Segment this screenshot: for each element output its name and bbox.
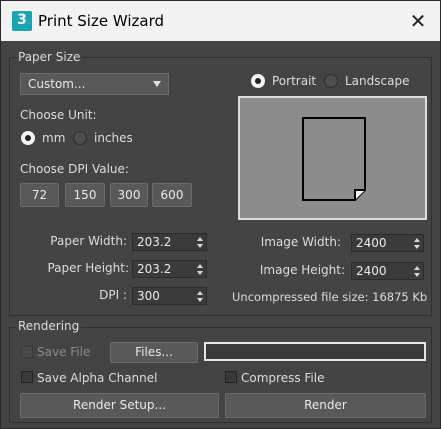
uncompressed-size-text: Uncompressed file size: 16875 Kb [232,290,428,304]
compress-file-label: Compress File [241,371,325,385]
mm-radio[interactable] [21,131,35,145]
dpi-600-button[interactable]: 600 [152,183,192,207]
paper-width-label: Paper Width: [50,234,127,248]
app-icon: 3 [12,11,32,31]
landscape-label: Landscape [345,74,410,88]
spin-down-icon[interactable] [197,298,203,302]
file-path-field[interactable] [204,342,426,361]
files-button[interactable]: Files... [110,342,198,363]
paper-preview [238,96,427,220]
window-title: Print Size Wizard [38,12,164,30]
render-setup-button[interactable]: Render Setup... [20,393,219,418]
choose-unit-label: Choose Unit: [20,108,97,122]
mm-label: mm [42,131,66,145]
image-height-value: 2400 [356,264,387,278]
dpi-value: 300 [137,289,160,303]
image-height-spinner[interactable]: 2400 [351,262,424,280]
spin-down-icon[interactable] [414,273,420,277]
spin-up-icon[interactable] [197,264,203,268]
dpi-72-button[interactable]: 72 [20,183,59,207]
paper-size-group-title: Paper Size [16,50,83,64]
portrait-radio[interactable] [251,74,265,88]
image-width-value: 2400 [356,236,387,250]
radio-selected-dot [255,78,261,84]
save-alpha-checkbox[interactable] [21,371,33,383]
spin-up-icon[interactable] [197,237,203,241]
spin-down-icon[interactable] [197,271,203,275]
dpi-150-button[interactable]: 150 [65,183,105,207]
paper-height-label: Paper Height: [47,261,129,275]
image-width-spinner[interactable]: 2400 [351,234,424,252]
portrait-label: Portrait [272,74,317,88]
radio-selected-dot [25,135,31,141]
inches-radio[interactable] [73,131,87,145]
image-width-label: Image Width: [260,235,341,249]
spin-down-icon[interactable] [197,244,203,248]
dpi-spinner[interactable]: 300 [132,287,207,305]
app-icon-glyph: 3 [17,12,27,28]
save-file-checkbox[interactable] [21,346,33,358]
landscape-radio[interactable] [324,74,338,88]
paper-height-value: 203.2 [137,262,172,276]
spin-up-icon[interactable] [414,238,420,242]
title-bar: 3 Print Size Wizard ✕ [1,1,440,41]
paper-preset-value: Custom... [28,77,86,91]
save-alpha-label: Save Alpha Channel [37,371,158,385]
spin-up-icon[interactable] [414,266,420,270]
render-button[interactable]: Render [225,393,426,418]
paper-preset-dropdown[interactable]: Custom... [20,73,169,95]
chevron-down-icon [153,81,161,87]
dpi-label: DPI : [99,288,127,302]
spin-down-icon[interactable] [414,245,420,249]
compress-file-checkbox[interactable] [225,371,237,383]
dpi-300-button[interactable]: 300 [110,183,148,207]
image-height-label: Image Height: [259,263,345,277]
print-size-wizard-dialog: 3 Print Size Wizard ✕ Paper Size Custom.… [0,0,441,429]
inches-label: inches [94,131,133,145]
paper-width-spinner[interactable]: 203.2 [132,233,207,251]
paper-page-icon [302,117,366,201]
choose-dpi-label: Choose DPI Value: [20,162,129,176]
paper-height-spinner[interactable]: 203.2 [132,260,207,278]
paper-width-value: 203.2 [137,235,172,249]
save-file-label: Save File [37,345,91,359]
rendering-group-title: Rendering [16,319,82,333]
close-icon[interactable]: ✕ [405,9,431,33]
spin-up-icon[interactable] [197,291,203,295]
